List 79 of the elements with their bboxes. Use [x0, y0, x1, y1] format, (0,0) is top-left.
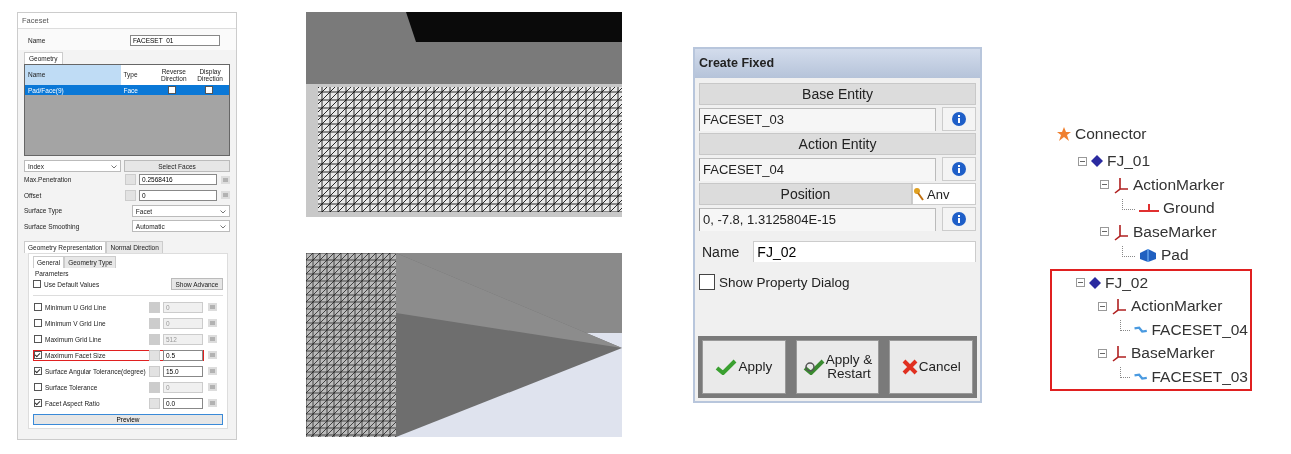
name-input[interactable]: FJ_02: [753, 241, 976, 262]
toggle-square[interactable]: [149, 397, 160, 409]
tree-label[interactable]: FACESET_03: [1151, 367, 1248, 386]
info-button[interactable]: [942, 107, 976, 131]
info-button[interactable]: [942, 157, 976, 181]
tree-label[interactable]: ActionMarker: [1131, 297, 1223, 316]
dialog-button[interactable]: Apply & Restart: [795, 340, 880, 394]
axes-icon: [1112, 222, 1130, 241]
star-icon: [1056, 125, 1072, 142]
equals-button[interactable]: [208, 399, 217, 407]
axes-icon: [1112, 175, 1130, 194]
info-icon: [951, 211, 967, 227]
checkbox[interactable]: [168, 86, 177, 95]
info-icon: [951, 161, 967, 177]
name-label: Name: [702, 243, 740, 260]
chevron-down-icon: [111, 165, 117, 169]
equals-button[interactable]: [221, 175, 230, 184]
tree-label[interactable]: BaseMarker: [1133, 222, 1217, 241]
tree-label[interactable]: FACESET_04: [1151, 320, 1248, 339]
toggle-square[interactable]: [149, 317, 160, 329]
equals-button[interactable]: [208, 335, 217, 343]
collapse-icon[interactable]: [1078, 156, 1087, 166]
toggle-square[interactable]: [149, 333, 160, 345]
chevron-down-icon: [220, 225, 226, 230]
wave-icon: [1133, 370, 1149, 383]
axes-icon: [1110, 344, 1128, 363]
section-header: Action Entity: [699, 133, 976, 155]
wave-icon: [1133, 323, 1149, 336]
show-property-checkbox[interactable]: Show Property Dialog: [699, 274, 976, 290]
ground-icon: [1138, 202, 1160, 215]
tree-connector-icon: [1122, 198, 1135, 210]
axes-icon: [1110, 297, 1128, 316]
checkmark-icon: [715, 359, 738, 375]
tree-label[interactable]: FJ_02: [1105, 273, 1149, 292]
entity-field[interactable]: FACESET_04: [699, 157, 936, 181]
chevron-down-icon: [220, 209, 226, 214]
equals-button[interactable]: [208, 383, 217, 391]
collapse-icon[interactable]: [1076, 278, 1085, 288]
collapse-icon[interactable]: [1098, 301, 1107, 311]
collapse-icon[interactable]: [1100, 227, 1109, 237]
cross-icon: [901, 359, 918, 375]
anv-button[interactable]: Anv: [912, 183, 976, 205]
collapse-icon[interactable]: [1100, 180, 1109, 190]
toggle-square[interactable]: [149, 349, 160, 361]
tree-label[interactable]: Ground: [1163, 199, 1215, 218]
equals-button[interactable]: [208, 351, 217, 359]
tree-label[interactable]: BaseMarker: [1131, 344, 1215, 363]
tree-label[interactable]: Connector: [1075, 124, 1147, 143]
dialog-button[interactable]: Cancel: [889, 340, 973, 394]
section-header: Position: [699, 183, 912, 205]
equals-button[interactable]: [208, 367, 217, 375]
toggle-square[interactable]: [149, 301, 160, 313]
toggle-square[interactable]: [125, 174, 136, 186]
diamond-icon: [1088, 275, 1102, 290]
checkmark-icon: [802, 359, 825, 375]
tree-label[interactable]: ActionMarker: [1133, 175, 1225, 194]
tree-connector-icon: [1122, 245, 1135, 257]
info-button[interactable]: [942, 207, 976, 231]
dialog-button[interactable]: Apply: [702, 340, 786, 394]
entity-field[interactable]: FACESET_03: [699, 107, 936, 131]
collapse-icon[interactable]: [1098, 348, 1107, 358]
toggle-square[interactable]: [149, 381, 160, 393]
entity-field[interactable]: 0, -7.8, 1.3125804E-15: [699, 207, 936, 231]
tree-connector-icon: [1120, 367, 1131, 379]
checkbox[interactable]: [204, 86, 213, 95]
info-icon: [951, 111, 967, 127]
tree-connector-icon: [1120, 320, 1131, 332]
section-header: Base Entity: [699, 83, 976, 105]
body-icon: [1138, 247, 1158, 264]
equals-button[interactable]: [221, 191, 230, 200]
equals-button[interactable]: [208, 319, 217, 327]
tree-label[interactable]: FJ_01: [1107, 152, 1151, 171]
dialog-title: Create Fixed: [695, 49, 980, 78]
pin-icon: [913, 187, 925, 201]
tree-label[interactable]: Pad: [1161, 246, 1189, 265]
diamond-icon: [1090, 154, 1104, 169]
toggle-square[interactable]: [149, 365, 160, 377]
equals-button[interactable]: [208, 303, 217, 311]
toggle-square[interactable]: [125, 189, 136, 201]
